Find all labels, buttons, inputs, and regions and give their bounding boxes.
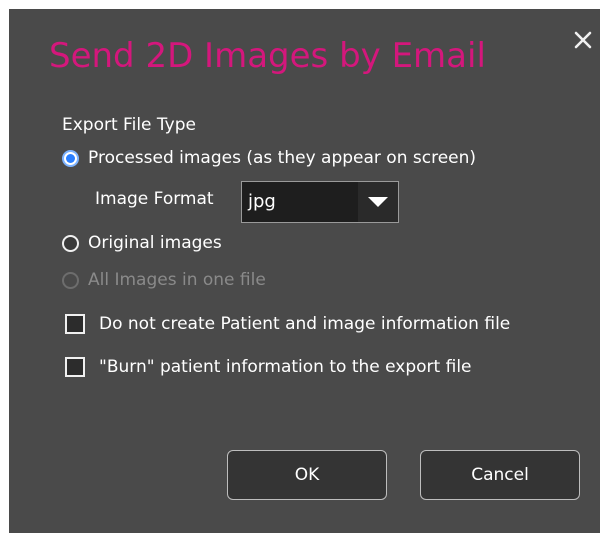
radio-original-images[interactable]: Original images — [62, 233, 222, 253]
checkbox-burn-info-label: "Burn" patient information to the export… — [99, 357, 472, 377]
radio-original-label: Original images — [88, 233, 222, 253]
radio-all-images-label: All Images in one file — [88, 270, 266, 290]
radio-processed-label: Processed images (as they appear on scre… — [88, 148, 477, 168]
radio-all-images-one-file: All Images in one file — [62, 270, 266, 290]
ok-button[interactable]: OK — [227, 450, 387, 500]
image-format-label: Image Format — [95, 189, 214, 209]
export-file-type-label: Export File Type — [62, 115, 196, 135]
dropdown-toggle[interactable] — [358, 182, 398, 222]
radio-button[interactable] — [62, 234, 79, 252]
dialog-title: Send 2D Images by Email — [49, 36, 486, 76]
chevron-down-icon — [368, 197, 388, 207]
close-icon — [574, 31, 592, 49]
image-format-select[interactable]: jpg — [241, 181, 399, 223]
image-format-value: jpg — [248, 191, 276, 212]
checkbox-no-info-file-label: Do not create Patient and image informat… — [99, 314, 511, 334]
checkbox[interactable] — [65, 357, 85, 377]
checkbox-no-info-file[interactable]: Do not create Patient and image informat… — [65, 314, 510, 334]
cancel-button[interactable]: Cancel — [420, 450, 580, 500]
close-button[interactable] — [570, 29, 596, 55]
checkbox[interactable] — [65, 314, 85, 334]
radio-processed-images[interactable]: Processed images (as they appear on scre… — [62, 148, 476, 168]
send-images-dialog: Send 2D Images by Email Export File Type… — [9, 9, 600, 533]
checkbox-burn-info[interactable]: "Burn" patient information to the export… — [65, 357, 472, 377]
radio-button-checked[interactable] — [62, 149, 79, 167]
radio-button-disabled — [62, 271, 79, 289]
